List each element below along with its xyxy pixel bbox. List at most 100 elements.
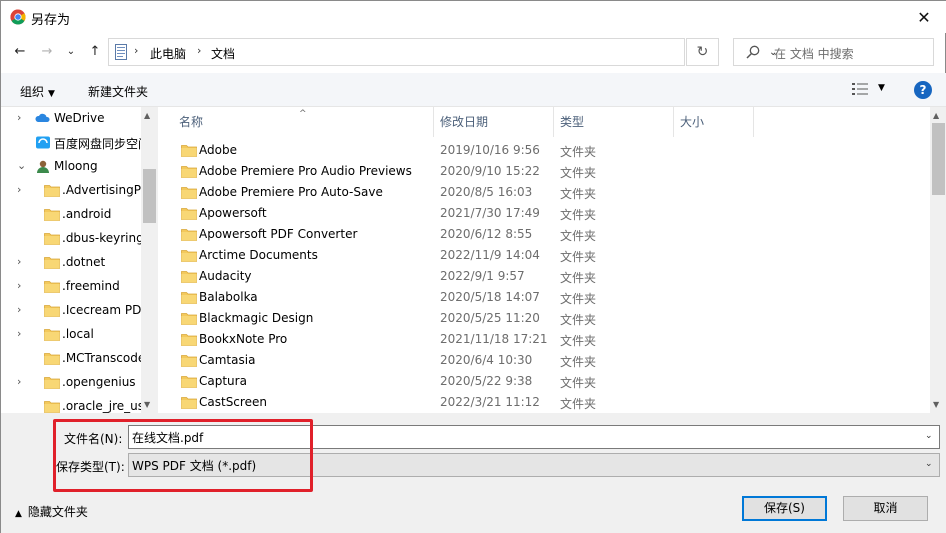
forward-arrow-icon[interactable]: → xyxy=(39,43,55,59)
file-row[interactable]: Blackmagic Design 2020/5/25 11:20 文件夹 xyxy=(158,308,930,329)
chevron-down-icon[interactable]: ⌄ xyxy=(925,459,933,469)
search-box[interactable]: 在 文档 中搜索 xyxy=(733,38,934,66)
file-name: Adobe xyxy=(199,143,237,157)
file-row[interactable]: Arctime Documents 2022/11/9 14:04 文件夹 xyxy=(158,245,930,266)
file-type: 文件夹 xyxy=(560,292,597,306)
file-row[interactable]: Adobe Premiere Pro Auto-Save 2020/8/5 16:… xyxy=(158,182,930,203)
file-modified-date: 2020/6/12 8:55 xyxy=(440,227,533,241)
file-row[interactable]: Apowersoft 2021/7/30 17:49 文件夹 xyxy=(158,203,930,224)
folder-icon xyxy=(44,329,60,341)
folder-icon xyxy=(181,187,197,199)
tree-item[interactable]: .MCTranscoder xyxy=(1,347,141,371)
file-row[interactable]: Audacity 2022/9/1 9:57 文件夹 xyxy=(158,266,930,287)
search-input[interactable]: 在 文档 中搜索 xyxy=(774,45,854,62)
view-dropdown-icon[interactable]: ▼ xyxy=(878,83,885,93)
chevron-right-icon[interactable]: › xyxy=(17,111,21,124)
scroll-up-icon[interactable]: ▲ xyxy=(144,111,150,120)
file-row[interactable]: Adobe 2019/10/16 9:56 文件夹 xyxy=(158,140,930,161)
baidu-icon xyxy=(36,136,50,149)
column-header-name[interactable]: 名称 xyxy=(179,113,203,143)
file-modified-date: 2022/9/1 9:57 xyxy=(440,269,525,283)
tree-item[interactable]: .android xyxy=(1,203,141,227)
file-row[interactable]: Balabolka 2020/5/18 14:07 文件夹 xyxy=(158,287,930,308)
help-icon[interactable]: ? xyxy=(914,81,932,99)
tree-item[interactable]: .oracle_jre_usage xyxy=(1,395,141,413)
breadcrumb-documents[interactable]: 文档 xyxy=(211,45,235,62)
back-arrow-icon[interactable]: ← xyxy=(12,43,28,59)
file-modified-date: 2022/3/21 11:12 xyxy=(440,395,540,409)
tree-item[interactable]: › .opengenius xyxy=(1,371,141,395)
folder-icon xyxy=(181,292,197,304)
scroll-up-icon[interactable]: ▲ xyxy=(933,111,939,120)
chevron-right-icon[interactable]: › xyxy=(17,375,21,388)
tree-item[interactable]: › .AdvertisingPortal xyxy=(1,179,141,203)
file-name: Captura xyxy=(199,374,247,388)
column-divider[interactable] xyxy=(433,107,434,137)
tree-item[interactable]: .dbus-keyrings xyxy=(1,227,141,251)
column-divider[interactable] xyxy=(553,107,554,137)
tree-item[interactable]: › .local xyxy=(1,323,141,347)
organize-menu[interactable]: 组织 ▼ xyxy=(20,83,55,100)
chevron-right-icon[interactable]: › xyxy=(17,255,21,268)
folder-icon xyxy=(44,281,60,293)
breadcrumb-this-pc[interactable]: 此电脑 xyxy=(150,45,186,62)
file-list-scroll-thumb[interactable] xyxy=(932,123,945,195)
tree-item[interactable]: › .dotnet xyxy=(1,251,141,275)
file-type: 文件夹 xyxy=(560,145,597,159)
folder-icon xyxy=(44,353,60,365)
file-row[interactable]: Adobe Premiere Pro Audio Previews 2020/9/… xyxy=(158,161,930,182)
refresh-button[interactable]: ↻ xyxy=(686,38,719,66)
file-modified-date: 2022/11/9 14:04 xyxy=(440,248,540,262)
tree-item-label: .dbus-keyrings xyxy=(62,231,141,245)
column-header-modified[interactable]: 修改日期 xyxy=(440,113,488,143)
file-type: 文件夹 xyxy=(560,187,597,201)
navigation-pane-scrollbar[interactable] xyxy=(141,107,158,413)
tree-item[interactable]: › .Icecream PDF xyxy=(1,299,141,323)
user-icon xyxy=(37,160,49,173)
column-header-size[interactable]: 大小 xyxy=(680,113,704,143)
tree-item[interactable]: 百度网盘同步空间 xyxy=(1,131,141,155)
file-name: BookxNote Pro xyxy=(199,332,288,346)
file-row[interactable]: CastScreen 2022/3/21 11:12 文件夹 xyxy=(158,392,930,413)
cancel-button[interactable]: 取消 xyxy=(843,496,928,521)
file-name: Balabolka xyxy=(199,290,258,304)
folder-icon xyxy=(181,250,197,262)
chevron-right-icon[interactable]: › xyxy=(17,303,21,316)
folder-icon xyxy=(181,376,197,388)
chevron-right-icon[interactable]: › xyxy=(17,183,21,196)
file-row[interactable]: BookxNote Pro 2021/11/18 17:21 文件夹 xyxy=(158,329,930,350)
close-icon[interactable]: ✕ xyxy=(901,1,946,33)
navigation-pane-scroll-thumb[interactable] xyxy=(143,169,156,223)
hide-folders-toggle[interactable]: ▲ 隐藏文件夹 xyxy=(15,503,88,520)
chevron-right-icon[interactable]: › xyxy=(17,279,21,292)
file-modified-date: 2021/7/30 17:49 xyxy=(440,206,540,220)
tree-item[interactable]: ⌄ Mloong xyxy=(1,155,141,179)
tree-item-label: .MCTranscoder xyxy=(62,351,141,365)
file-row[interactable]: Camtasia 2020/6/4 10:30 文件夹 xyxy=(158,350,930,371)
folder-icon xyxy=(181,229,197,241)
column-divider[interactable] xyxy=(673,107,674,137)
chevron-right-icon[interactable]: › xyxy=(17,327,21,340)
up-arrow-icon[interactable]: ↑ xyxy=(87,43,103,59)
new-folder-button[interactable]: 新建文件夹 xyxy=(88,83,148,100)
column-header-type[interactable]: 类型 xyxy=(560,113,584,143)
file-row[interactable]: Captura 2020/5/22 9:38 文件夹 xyxy=(158,371,930,392)
column-divider[interactable] xyxy=(753,107,754,137)
tree-item-label: .dotnet xyxy=(62,255,106,269)
file-type: 文件夹 xyxy=(560,355,597,369)
chevron-down-icon[interactable]: ⌄ xyxy=(925,431,933,441)
scroll-down-icon[interactable]: ▼ xyxy=(144,400,150,409)
save-button[interactable]: 保存(S) xyxy=(742,496,827,521)
view-details-icon[interactable] xyxy=(852,82,868,96)
annotation-highlight-box xyxy=(53,419,313,492)
window-title: 另存为 xyxy=(31,13,71,28)
tree-item[interactable]: › WeDrive xyxy=(1,107,141,131)
file-row[interactable]: Apowersoft PDF Converter 2020/6/12 8:55 文件… xyxy=(158,224,930,245)
address-bar[interactable]: › 此电脑 › 文档 ⌄ xyxy=(108,38,777,66)
chevron-down-icon[interactable]: ⌄ xyxy=(17,159,26,172)
scroll-down-icon[interactable]: ▼ xyxy=(933,400,939,409)
tree-item[interactable]: › .freemind xyxy=(1,275,141,299)
tree-item-label: Mloong xyxy=(54,159,98,173)
recent-locations-dropdown-icon[interactable]: ⌄ xyxy=(63,43,79,59)
folder-icon xyxy=(181,334,197,346)
